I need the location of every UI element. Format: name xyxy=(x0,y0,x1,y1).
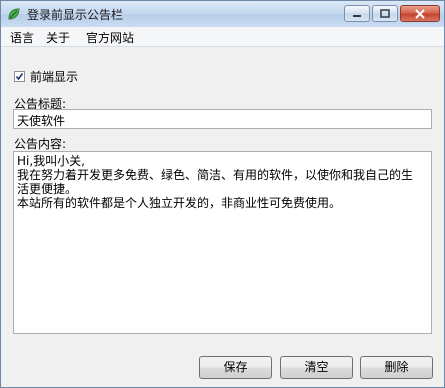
window-title: 登录前显示公告栏 xyxy=(27,8,124,22)
content-line: Hi,我叫小关, xyxy=(17,154,85,168)
content-textarea[interactable]: Hi,我叫小关, 我在努力着开发更多免费、绿色、简洁、有用的软件，以使你和我自己… xyxy=(13,151,432,334)
checkmark-icon xyxy=(15,73,24,81)
app-window: 登录前显示公告栏 语言 关于 官方网站 前端显示 公告标题: 天使软件 公告内容… xyxy=(0,0,445,388)
show-frontend-option[interactable]: 前端显示 xyxy=(14,68,78,85)
menu-bar: 语言 关于 官方网站 xyxy=(1,27,444,47)
content-line: 本站所有的软件都是个人独立开发的，非商业性可免费使用。 xyxy=(17,196,342,210)
content-line: 活更便捷。 xyxy=(17,182,78,196)
close-button[interactable] xyxy=(400,5,440,22)
leaf-icon xyxy=(8,8,20,20)
show-frontend-label: 前端显示 xyxy=(30,70,79,84)
menu-language[interactable]: 语言 xyxy=(10,29,34,46)
title-input[interactable]: 天使软件 xyxy=(13,109,432,129)
close-icon xyxy=(415,8,425,19)
menu-about[interactable]: 关于 xyxy=(46,29,70,46)
title-bar[interactable]: 登录前显示公告栏 xyxy=(1,1,444,27)
menu-official-site[interactable]: 官方网站 xyxy=(86,29,134,46)
minimize-button[interactable] xyxy=(344,5,370,22)
maximize-button[interactable] xyxy=(372,5,398,22)
minimize-icon xyxy=(353,14,361,17)
maximize-icon xyxy=(380,9,390,18)
show-frontend-checkbox[interactable] xyxy=(14,71,25,82)
delete-button[interactable]: 删除 xyxy=(360,356,433,379)
content-label: 公告内容: xyxy=(14,137,67,151)
clear-button[interactable]: 清空 xyxy=(280,356,353,379)
save-button[interactable]: 保存 xyxy=(199,356,272,379)
content-line: 我在努力着开发更多免费、绿色、简洁、有用的软件，以使你和我自己的生 xyxy=(17,168,414,182)
